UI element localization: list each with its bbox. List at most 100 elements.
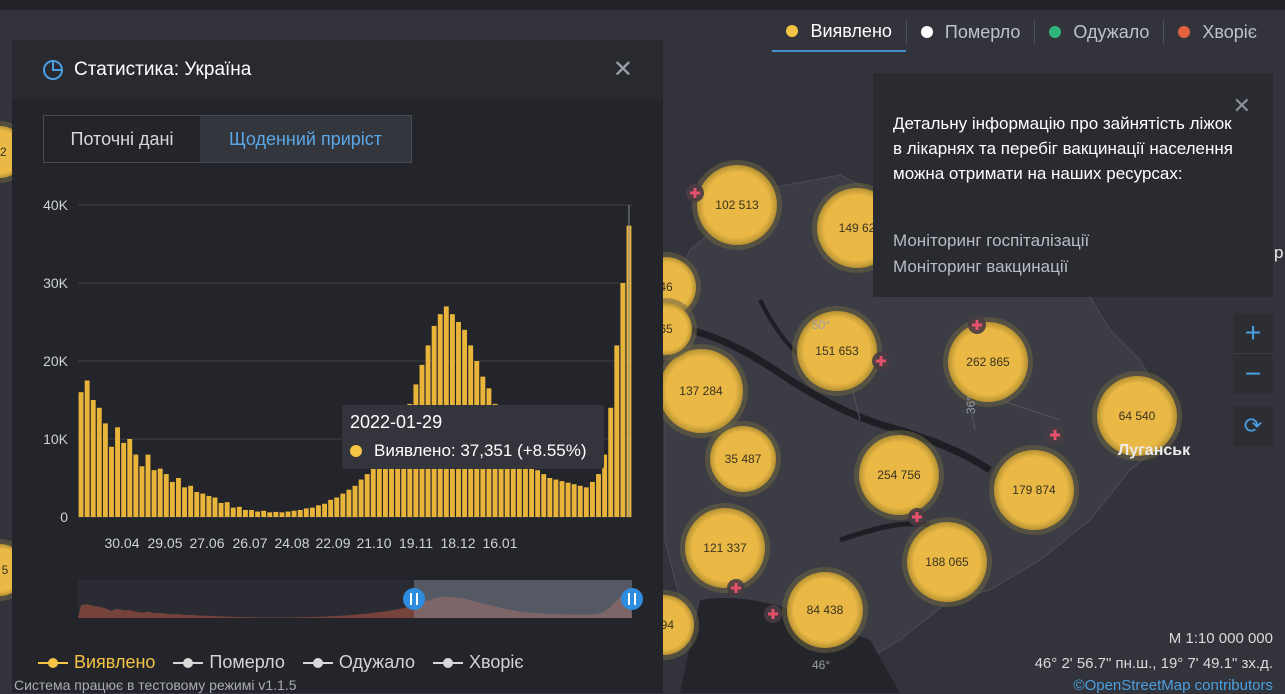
hospital-icon[interactable] <box>764 605 782 623</box>
tab-sick-label: Хворіє <box>1202 21 1257 42</box>
chart-bar <box>608 407 614 517</box>
cluster-marker[interactable]: 84 438 <box>782 567 868 653</box>
hospital-icon[interactable] <box>908 508 926 526</box>
chart-bar <box>194 492 200 517</box>
degree-label: 50° <box>812 318 831 332</box>
tab-detected[interactable]: Виявлено <box>772 12 906 52</box>
x-tick-label: 18.12 <box>440 535 475 551</box>
x-tick-label: 22.09 <box>315 535 350 551</box>
chart-legend-sick[interactable]: Хворіє <box>432 652 524 673</box>
city-label: Луганськ <box>1118 442 1191 459</box>
chart-bar <box>96 407 102 517</box>
link-vaccination-monitoring[interactable]: Моніторинг вакцинації <box>893 257 1068 277</box>
chart-legend-died[interactable]: Померло <box>173 652 285 673</box>
range-selection[interactable] <box>414 580 632 618</box>
cluster-marker[interactable]: 179 874 <box>989 445 1079 535</box>
y-tick-label: 40K <box>43 197 69 213</box>
map-legend-tabs: Виявлено Померло Одужало Хворіє <box>772 12 1271 52</box>
hospital-icon[interactable] <box>727 579 745 597</box>
cluster-label: 254 756 <box>877 468 921 482</box>
degree-label: 36° <box>964 395 979 415</box>
cluster-marker[interactable]: 262 865 <box>943 317 1033 407</box>
chart-legend-recovered[interactable]: Одужало <box>302 652 415 673</box>
chart-bar <box>218 502 224 517</box>
tab-sick[interactable]: Хворіє <box>1164 12 1271 52</box>
hospital-icon[interactable] <box>968 316 986 334</box>
chart-bar <box>200 493 206 517</box>
chart-bar <box>589 481 595 517</box>
chart-bar <box>230 507 236 517</box>
x-tick-label: 16.01 <box>482 535 517 551</box>
detected-dot-icon <box>786 25 799 37</box>
chart-bar <box>273 511 279 517</box>
range-handle-icon[interactable] <box>621 588 643 610</box>
zoom-in-button[interactable]: + <box>1233 313 1273 353</box>
pie-chart-icon <box>43 60 63 80</box>
chart-bar <box>334 497 340 517</box>
y-tick-label: 30K <box>43 275 69 291</box>
link-hospital-monitoring[interactable]: Моніторинг госпіталізації <box>893 231 1089 251</box>
chart-bar <box>559 481 565 517</box>
chart-bar <box>127 439 133 517</box>
cluster-marker[interactable]: 151 653 <box>792 306 882 396</box>
chart-bar <box>346 489 352 517</box>
chart-bar <box>571 484 577 517</box>
chart-bar <box>206 495 212 517</box>
info-popup: ✕ Детальну інформацію про зайнятість ліж… <box>873 73 1273 297</box>
hospital-icon[interactable] <box>686 184 704 202</box>
chart-bar <box>529 466 534 517</box>
cluster-marker[interactable]: 121 337 <box>680 503 770 593</box>
tab-daily-growth[interactable]: Щоденний приріст <box>200 116 411 162</box>
chart-bar <box>541 474 547 517</box>
refresh-icon[interactable]: ⟳ <box>1233 406 1273 446</box>
cluster-label: 84 438 <box>807 603 844 617</box>
line-marker-icon <box>432 657 463 668</box>
chart-bar <box>340 493 346 517</box>
chart-bar <box>109 446 114 517</box>
tab-current-data[interactable]: Поточні дані <box>44 116 200 162</box>
chart-bar <box>133 454 139 517</box>
chart-bar <box>614 345 620 517</box>
chart-bar <box>255 511 261 517</box>
tab-recovered[interactable]: Одужало <box>1035 12 1163 52</box>
cluster-marker[interactable]: 102 513 <box>692 160 782 250</box>
cluster-label: 52 <box>0 145 7 159</box>
x-tick-label: 24.08 <box>274 535 309 551</box>
chart-bar <box>236 506 242 517</box>
cluster-label: 102 513 <box>715 198 759 212</box>
hospital-icon[interactable] <box>1046 426 1064 444</box>
close-icon[interactable]: ✕ <box>613 58 633 82</box>
cluster-label: 151 653 <box>815 344 859 358</box>
chart-bar <box>547 478 553 517</box>
y-tick-label: 0 <box>60 509 68 525</box>
range-handle-icon[interactable] <box>403 588 425 610</box>
zoom-controls: + − ⟳ <box>1233 313 1273 446</box>
chart-bar <box>291 510 297 517</box>
tab-died[interactable]: Померло <box>907 12 1034 52</box>
line-marker-icon <box>173 657 204 668</box>
osm-attribution-link[interactable]: ©OpenStreetMap contributors <box>1074 677 1273 694</box>
chart-bar <box>303 508 309 517</box>
hospital-icon[interactable] <box>872 352 890 370</box>
chart-bar <box>188 485 194 517</box>
chart-bar <box>151 470 157 517</box>
chart-bar <box>169 481 175 517</box>
cluster-marker[interactable]: 35 487 <box>705 421 781 497</box>
recovered-dot-icon <box>1049 26 1062 38</box>
chart-bar <box>583 487 589 517</box>
chart-bar <box>364 474 370 517</box>
chart-bar <box>553 479 559 517</box>
tooltip-value: Виявлено: 37,351 (+8.55%) <box>350 441 587 461</box>
chart-legend-label: Померло <box>209 652 285 672</box>
chart-bar <box>163 474 169 517</box>
cluster-marker[interactable]: 188 065 <box>902 517 992 607</box>
zoom-out-button[interactable]: − <box>1233 354 1273 394</box>
chart-bar <box>309 507 315 517</box>
x-tick-label: 19.11 <box>399 535 433 551</box>
cluster-label: 188 065 <box>925 555 969 569</box>
cluster-marker[interactable]: 254 756 <box>854 430 944 520</box>
chart-bar <box>90 400 96 517</box>
cluster-label: 179 874 <box>1012 483 1056 497</box>
chart-legend-detected[interactable]: Виявлено <box>38 652 155 673</box>
cluster-label: 149 62 <box>839 221 876 235</box>
